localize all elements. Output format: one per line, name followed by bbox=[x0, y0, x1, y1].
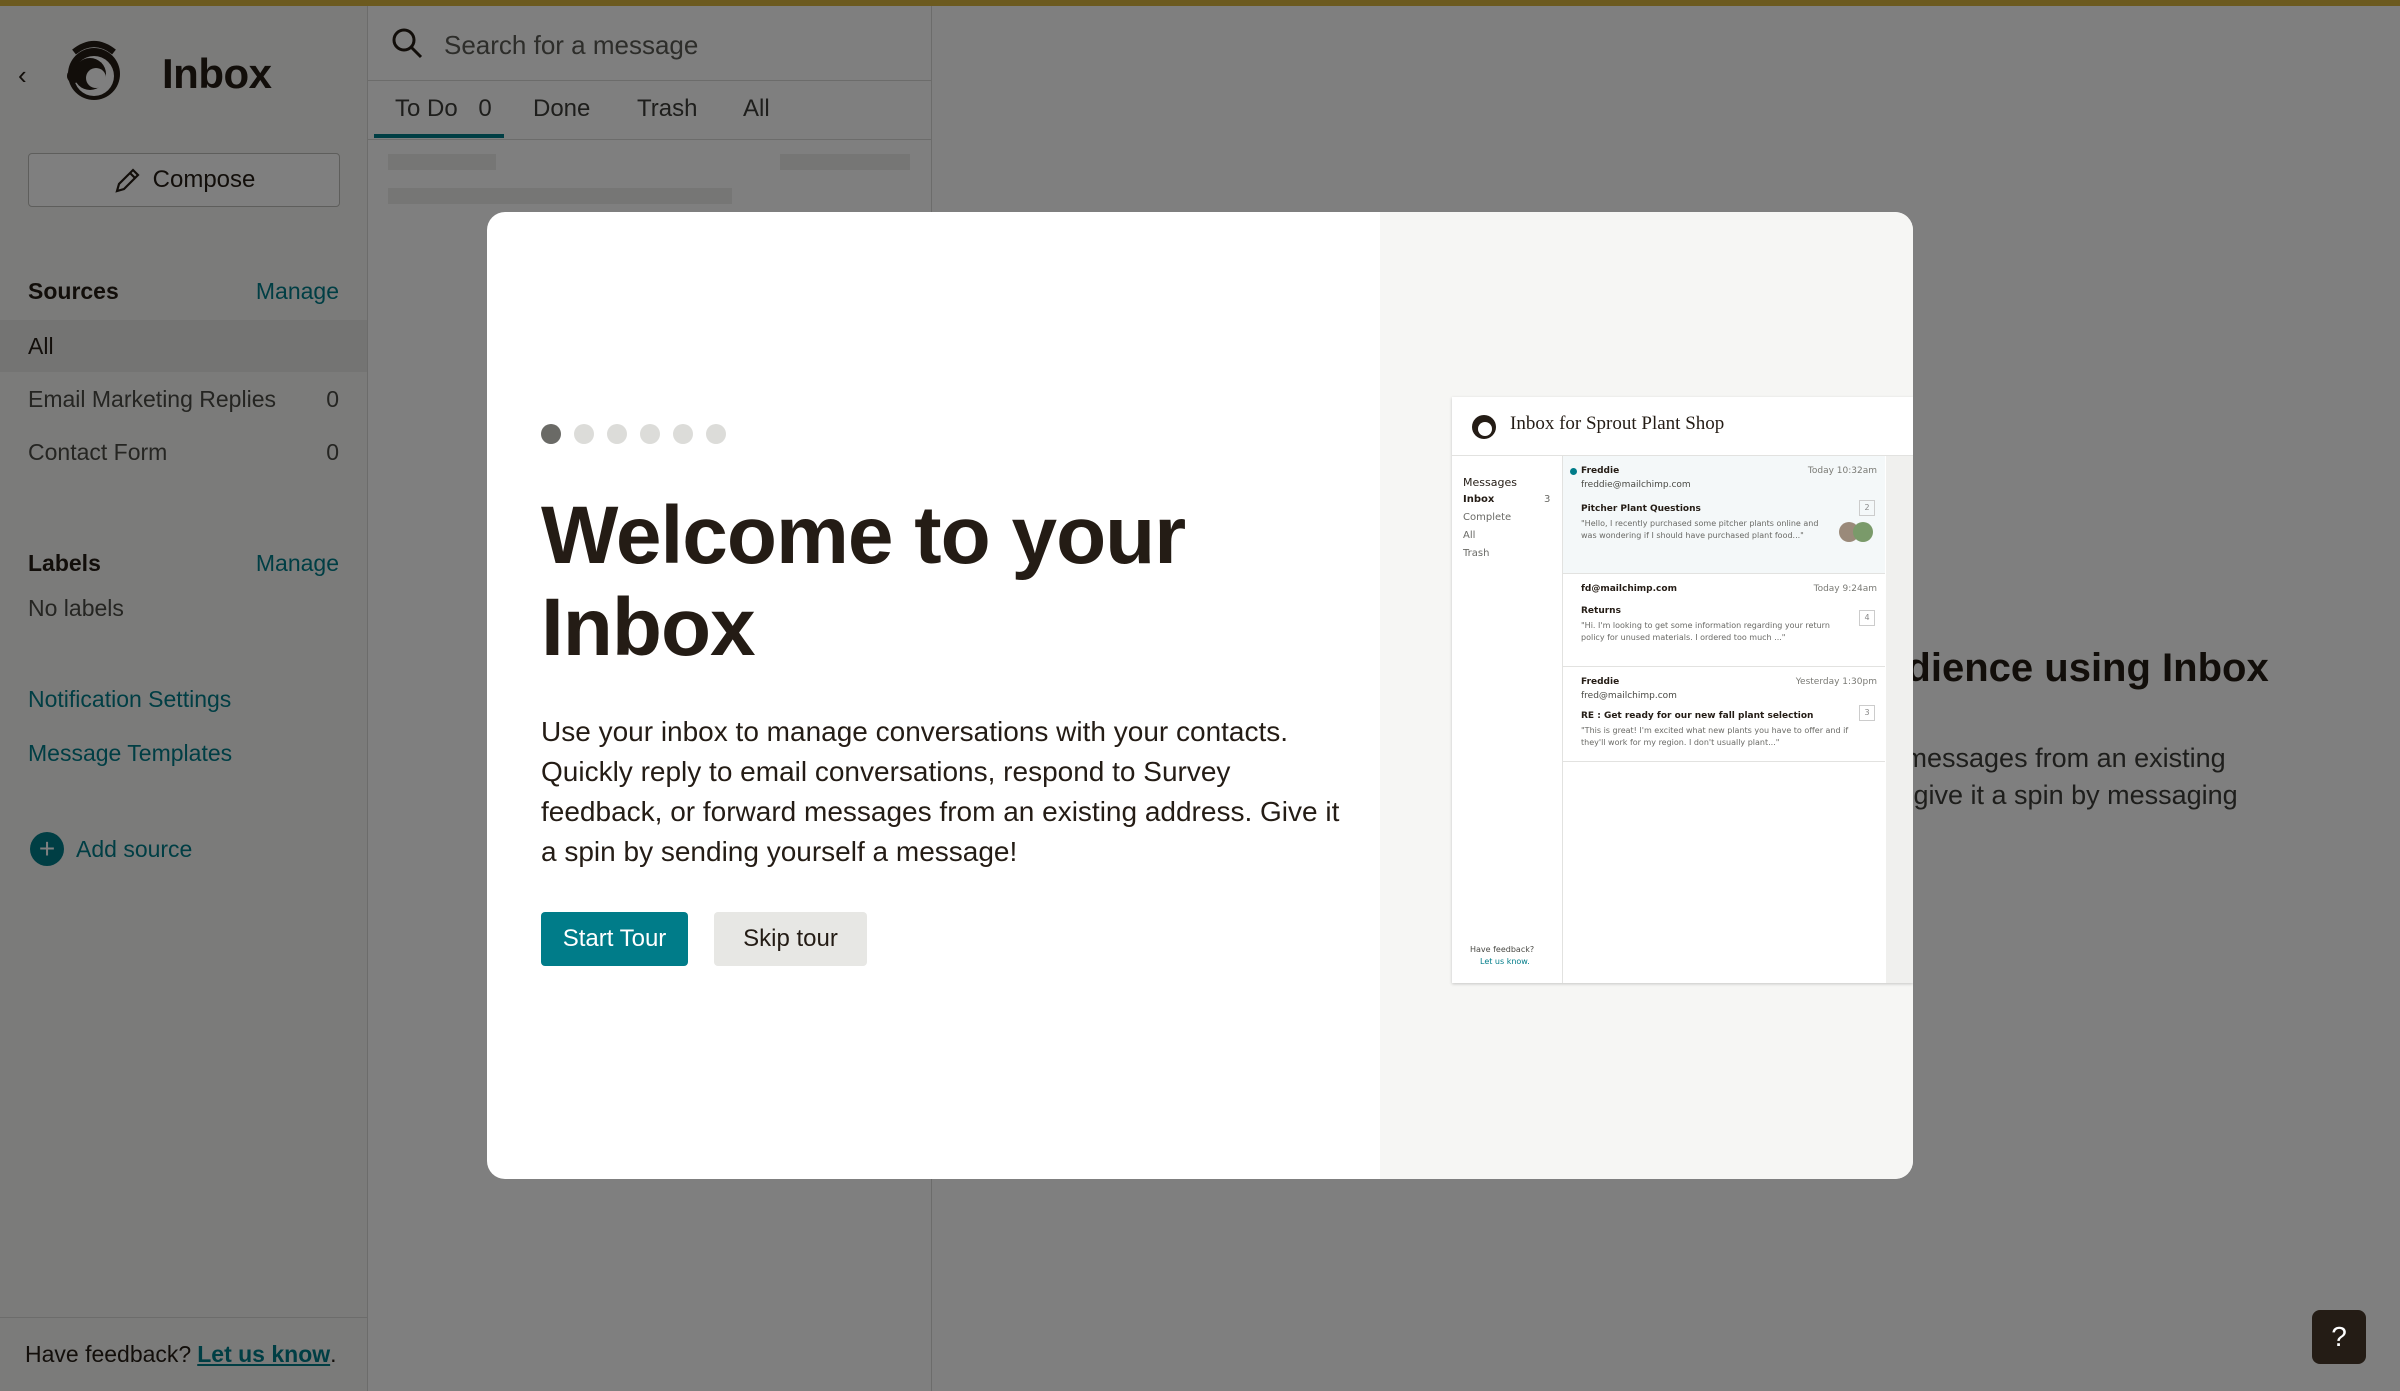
preview-scroll-area bbox=[1886, 456, 1913, 983]
preview-header: Inbox for Sprout Plant Shop bbox=[1452, 397, 1913, 456]
step-dot bbox=[706, 424, 726, 444]
mailchimp-logo-icon bbox=[1472, 415, 1496, 439]
welcome-modal: Welcome to your Inbox Use your inbox to … bbox=[487, 212, 1913, 1179]
step-dot bbox=[673, 424, 693, 444]
inbox-preview-image: Inbox for Sprout Plant Shop Messages Inb… bbox=[1452, 397, 1913, 983]
preview-message-item: fd@mailchimp.com Today 9:24am Returns "H… bbox=[1563, 574, 1885, 667]
step-indicator bbox=[541, 424, 726, 444]
start-tour-button[interactable]: Start Tour bbox=[541, 912, 688, 966]
modal-title: Welcome to your Inbox bbox=[541, 490, 1186, 673]
skip-tour-button[interactable]: Skip tour bbox=[714, 912, 867, 966]
preview-feedback-text: Have feedback? bbox=[1470, 945, 1535, 954]
preview-nav-item: Complete bbox=[1463, 512, 1512, 523]
step-dot-active bbox=[541, 424, 561, 444]
step-dot bbox=[574, 424, 594, 444]
preview-message-item: Freddie fred@mailchimp.com Yesterday 1:3… bbox=[1563, 667, 1885, 762]
preview-nav-item: All bbox=[1463, 530, 1476, 541]
preview-feedback-link: Let us know. bbox=[1480, 957, 1530, 966]
preview-nav: Messages Inbox 3 Complete All Trash bbox=[1452, 456, 1563, 983]
preview-title: Inbox for Sprout Plant Shop bbox=[1510, 413, 1725, 434]
preview-nav-count: 3 bbox=[1544, 494, 1551, 505]
unread-dot-icon bbox=[1570, 468, 1577, 475]
preview-nav-item: Messages bbox=[1463, 476, 1517, 489]
preview-nav-item: Trash bbox=[1463, 548, 1490, 559]
modal-description: Use your inbox to manage conversations w… bbox=[541, 716, 1340, 867]
avatar bbox=[1853, 522, 1873, 542]
step-dot bbox=[607, 424, 627, 444]
step-dot bbox=[640, 424, 660, 444]
preview-message-item: Freddie freddie@mailchimp.com Today 10:3… bbox=[1563, 456, 1885, 574]
help-button[interactable]: ? bbox=[2312, 1310, 2366, 1364]
preview-nav-item: Inbox bbox=[1463, 494, 1495, 505]
